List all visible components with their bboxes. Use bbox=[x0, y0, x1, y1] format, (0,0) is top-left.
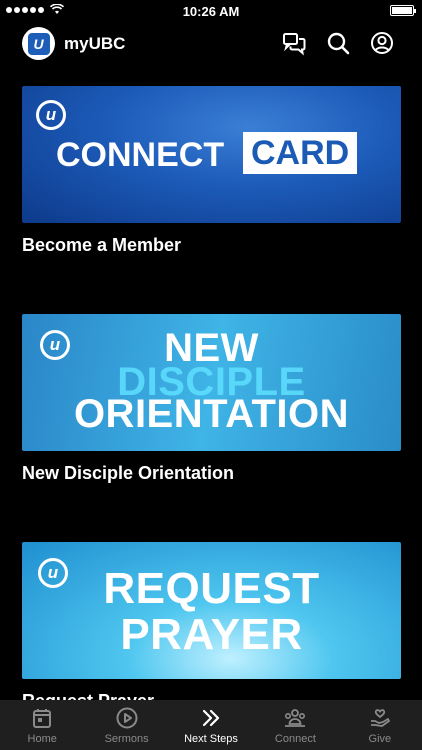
tab-bar: Home Sermons Next Steps Connect Give bbox=[0, 700, 422, 750]
connect-card-banner[interactable]: u CONNECT CARD bbox=[22, 86, 401, 223]
app-title: myUBC bbox=[64, 34, 126, 53]
banner-text: REQUEST bbox=[103, 564, 320, 613]
card-become-member[interactable]: u CONNECT CARD Become a Member bbox=[22, 86, 401, 256]
request-prayer-banner[interactable]: u REQUEST PRAYER bbox=[22, 542, 401, 679]
battery-icon bbox=[390, 5, 416, 16]
banner-text: ORIENTATION bbox=[73, 392, 350, 436]
banner-text: CONNECT bbox=[56, 136, 225, 174]
card-request-prayer[interactable]: u REQUEST PRAYER Request Prayer bbox=[22, 542, 401, 712]
tab-label: Connect bbox=[274, 733, 316, 745]
app-logo[interactable]: U bbox=[22, 27, 55, 60]
new-disciple-banner[interactable]: u NEW DISCIPLE ORIENTATION bbox=[22, 314, 401, 451]
card-new-disciple-orientation[interactable]: u NEW DISCIPLE ORIENTATION New Disciple … bbox=[22, 314, 401, 484]
play-circle-icon bbox=[116, 707, 138, 729]
tab-home[interactable]: Home bbox=[0, 700, 84, 750]
calendar-icon bbox=[33, 709, 52, 728]
tab-label: Sermons bbox=[104, 733, 149, 745]
chat-icon[interactable] bbox=[281, 30, 307, 56]
status-bar: 10:26 AM bbox=[0, 0, 422, 22]
double-chevron-icon bbox=[202, 709, 220, 727]
banner-text: PRAYER bbox=[120, 610, 303, 659]
profile-icon[interactable] bbox=[369, 30, 395, 56]
card-title[interactable]: Become a Member bbox=[22, 235, 401, 256]
tab-next-steps[interactable]: Next Steps bbox=[169, 700, 253, 750]
group-icon bbox=[285, 709, 306, 727]
app-header: U myUBC bbox=[0, 26, 422, 62]
card-title[interactable]: New Disciple Orientation bbox=[22, 463, 401, 484]
tab-sermons[interactable]: Sermons bbox=[84, 700, 168, 750]
search-icon[interactable] bbox=[325, 30, 351, 56]
tab-give[interactable]: Give bbox=[338, 700, 422, 750]
tab-label: Give bbox=[368, 733, 392, 745]
tab-label: Home bbox=[27, 733, 57, 745]
ubc-logo-icon: u bbox=[36, 100, 66, 130]
heart-hand-icon bbox=[370, 709, 390, 727]
banner-text: CARD bbox=[243, 132, 358, 174]
status-time: 10:26 AM bbox=[182, 4, 240, 19]
tab-label: Next Steps bbox=[184, 733, 238, 745]
tab-connect[interactable]: Connect bbox=[253, 700, 337, 750]
